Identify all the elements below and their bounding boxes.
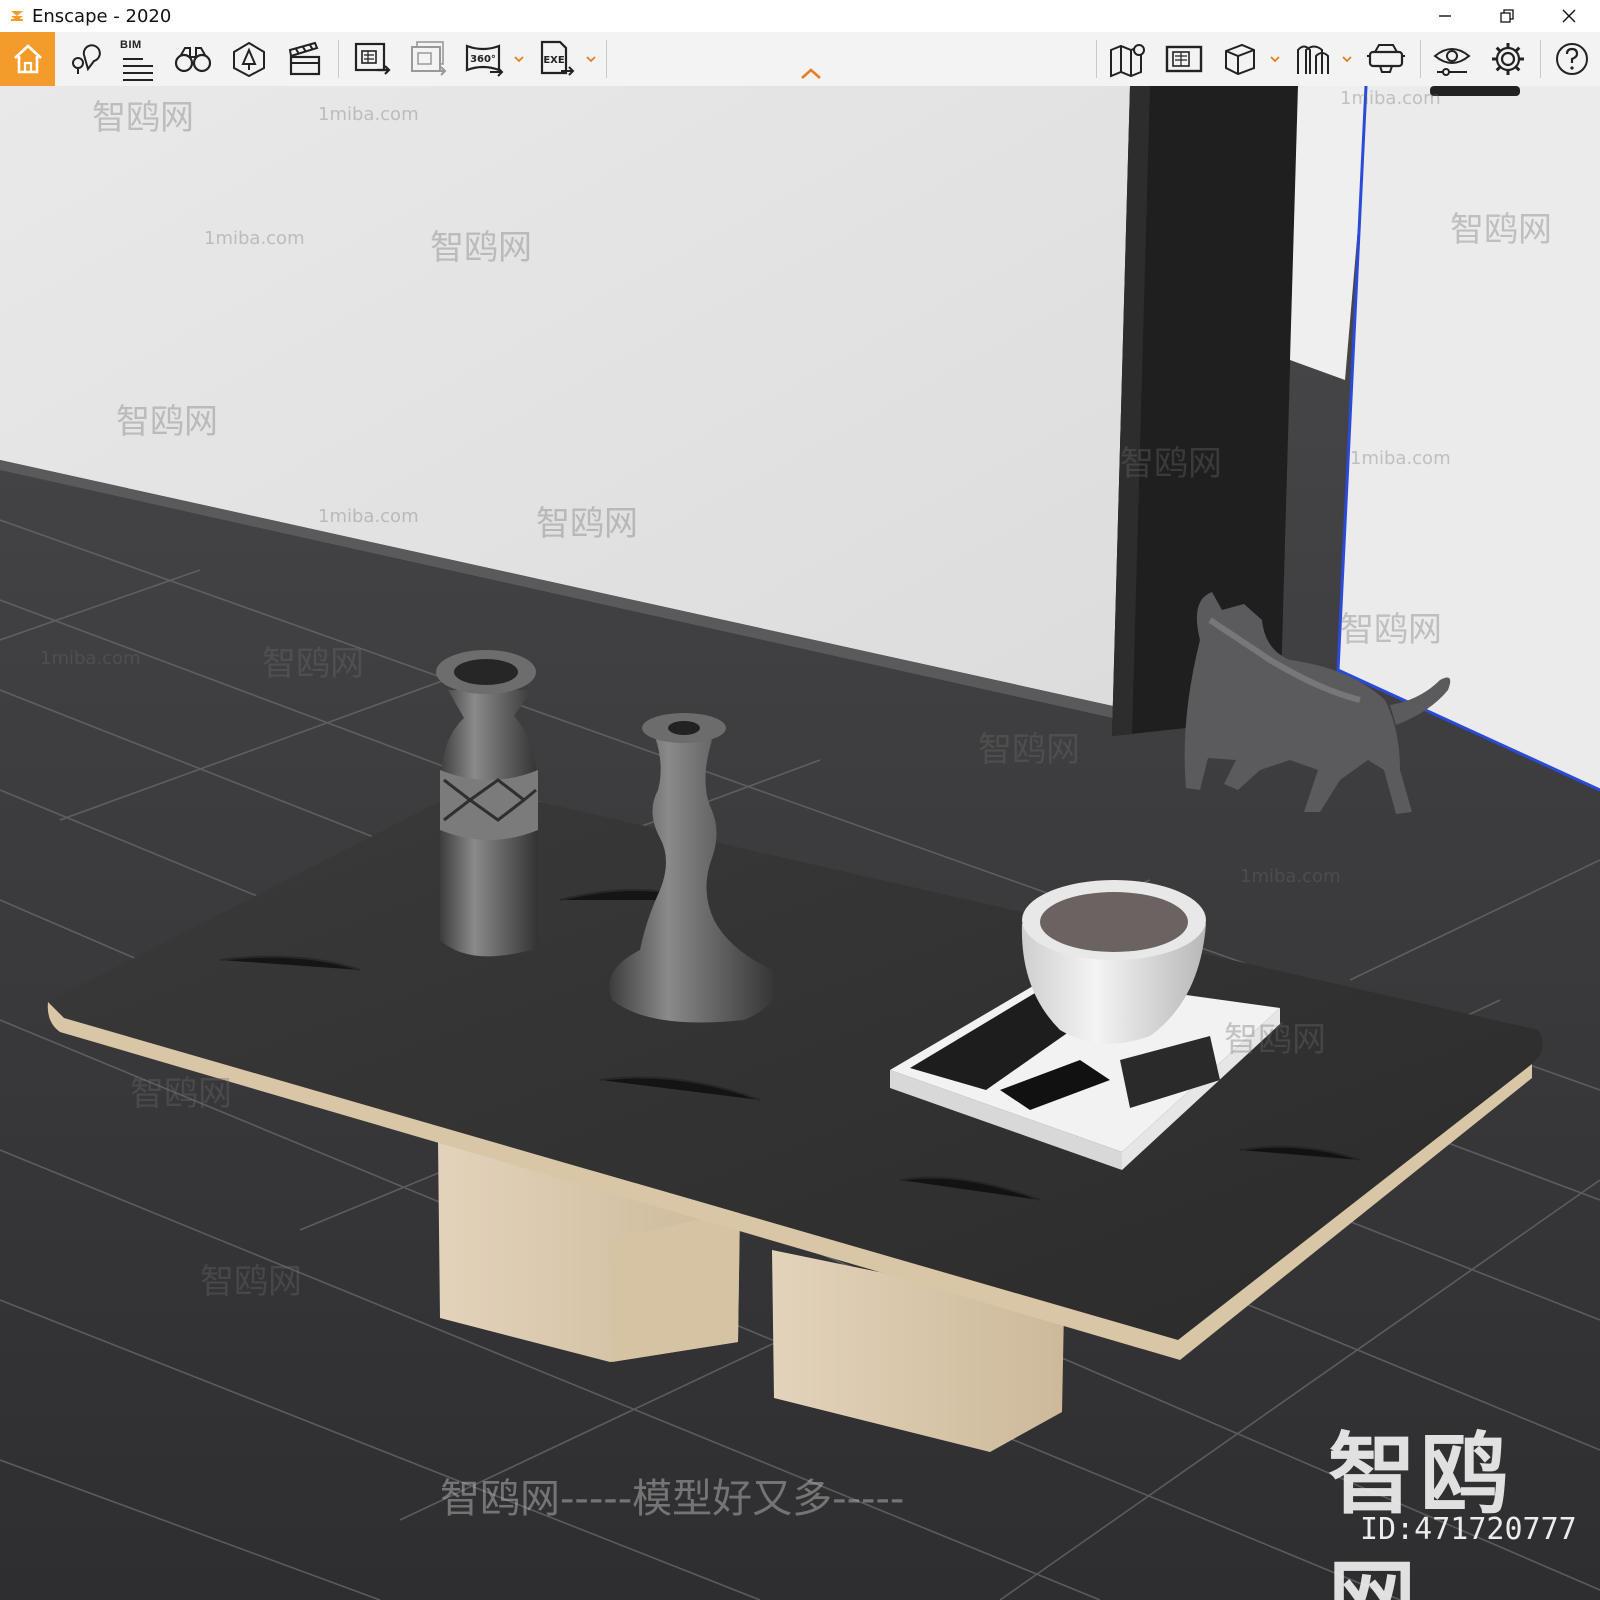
minimize-icon [1439, 15, 1451, 17]
chevron-down-icon [586, 55, 596, 62]
svg-text:EXE: EXE [543, 55, 565, 66]
gear-icon [1492, 43, 1524, 75]
visual-settings-button[interactable] [1428, 32, 1476, 86]
enscape-window: Enscape - 2020 BIM 360° EXE 1miba.com 1m… [0, 0, 1600, 1600]
batch-render-icon [411, 41, 447, 76]
white-panel [1338, 86, 1600, 790]
svg-text:360°: 360° [470, 54, 496, 65]
home-button[interactable] [0, 32, 55, 86]
map-button[interactable] [1104, 32, 1152, 86]
help-icon [1556, 43, 1588, 75]
batch-render-button[interactable] [406, 32, 452, 86]
annotation-icon [1297, 45, 1329, 74]
annotation-button[interactable] [1290, 32, 1336, 86]
chevron-down-icon [1270, 55, 1280, 62]
render-image-button[interactable] [350, 32, 396, 86]
export-dropdown-button[interactable] [584, 32, 598, 86]
binoculars-button[interactable] [170, 32, 216, 86]
video-editor-button[interactable] [282, 32, 328, 86]
chevron-down-icon [514, 55, 524, 62]
clapperboard-icon [288, 41, 321, 76]
watermark-id: ID:471720777 [1360, 1512, 1577, 1547]
export-exe-button[interactable]: EXE [534, 32, 580, 86]
chevron-down-icon [1342, 55, 1352, 62]
panorama-button[interactable]: 360° [462, 32, 508, 86]
watermark-big-brand: 智鸥网 [1328, 1423, 1513, 1600]
rendered-scene [0, 86, 1600, 1600]
asset-library-icon [233, 41, 265, 78]
capture-button[interactable] [1160, 32, 1208, 86]
restore-button[interactable] [1476, 0, 1538, 32]
home-icon [13, 44, 42, 74]
chevron-up-icon [801, 68, 821, 79]
help-button[interactable] [1548, 32, 1596, 86]
watermark-slogan: 智鸥网-----模型好又多----- [440, 1476, 905, 1522]
bim-button[interactable]: BIM [115, 32, 161, 86]
eye-settings-icon [1433, 48, 1471, 76]
minimize-button[interactable] [1414, 0, 1476, 32]
enscape-logo-icon [6, 5, 28, 27]
views-button[interactable] [62, 32, 106, 86]
settings-button[interactable] [1484, 32, 1532, 86]
export-exe-icon: EXE [540, 40, 575, 76]
restore-icon [1500, 9, 1514, 23]
cube-icon [1225, 43, 1255, 76]
asset-library-button[interactable] [226, 32, 272, 86]
close-button[interactable] [1538, 0, 1600, 32]
section-box-button[interactable] [1216, 32, 1264, 86]
vr-headset-icon [1367, 44, 1405, 73]
collapse-toolbar-button[interactable] [796, 64, 826, 84]
render-image-icon [354, 42, 391, 75]
capture-screen-icon [1165, 45, 1203, 73]
annotation-dropdown-button[interactable] [1340, 32, 1354, 86]
bim-label: BIM [120, 39, 142, 51]
render-viewport[interactable]: 1miba.com 1miba.com 1miba.com 1miba.com … [0, 86, 1600, 1600]
bim-list-icon [123, 58, 153, 81]
map-pin-icon [1110, 44, 1145, 78]
location-pin-icon [72, 44, 101, 74]
section-box-dropdown-button[interactable] [1268, 32, 1282, 86]
title-bar: Enscape - 2020 [0, 0, 1600, 32]
vr-headset-button[interactable] [1362, 32, 1410, 86]
panorama-360-icon: 360° [465, 44, 504, 77]
window-title: Enscape - 2020 [32, 5, 172, 27]
panorama-dropdown-button[interactable] [512, 32, 526, 86]
binoculars-icon [174, 47, 212, 73]
close-icon [1562, 9, 1576, 23]
